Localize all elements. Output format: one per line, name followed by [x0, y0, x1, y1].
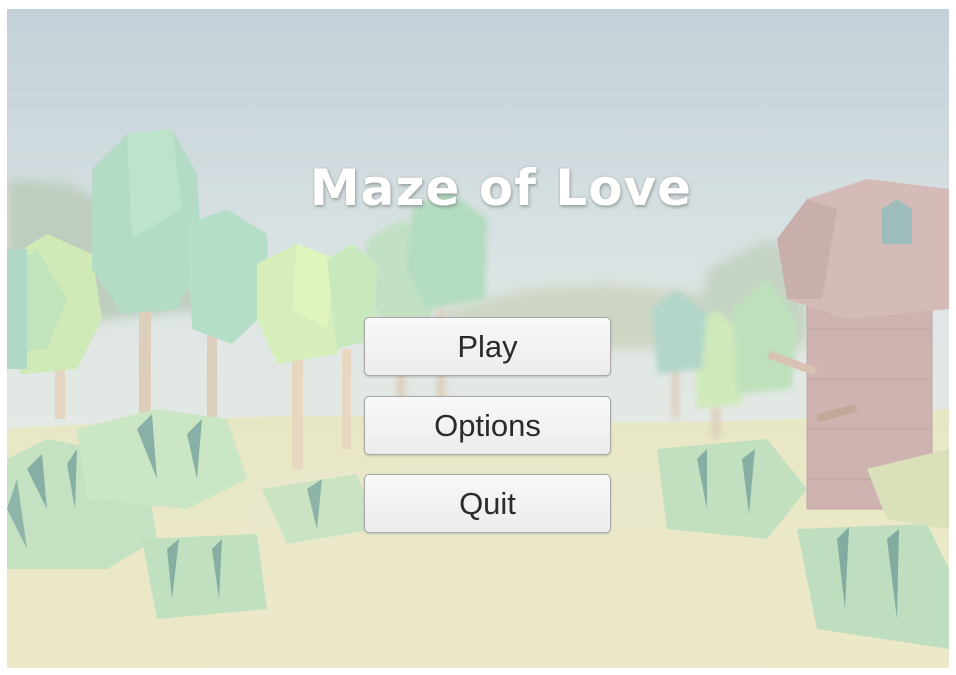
game-viewport: Maze of Love Play Options Quit — [7, 9, 949, 668]
options-button[interactable]: Options — [364, 396, 611, 455]
game-title: Maze of Love — [309, 159, 693, 217]
quit-button[interactable]: Quit — [364, 474, 611, 533]
play-button[interactable]: Play — [364, 317, 611, 376]
